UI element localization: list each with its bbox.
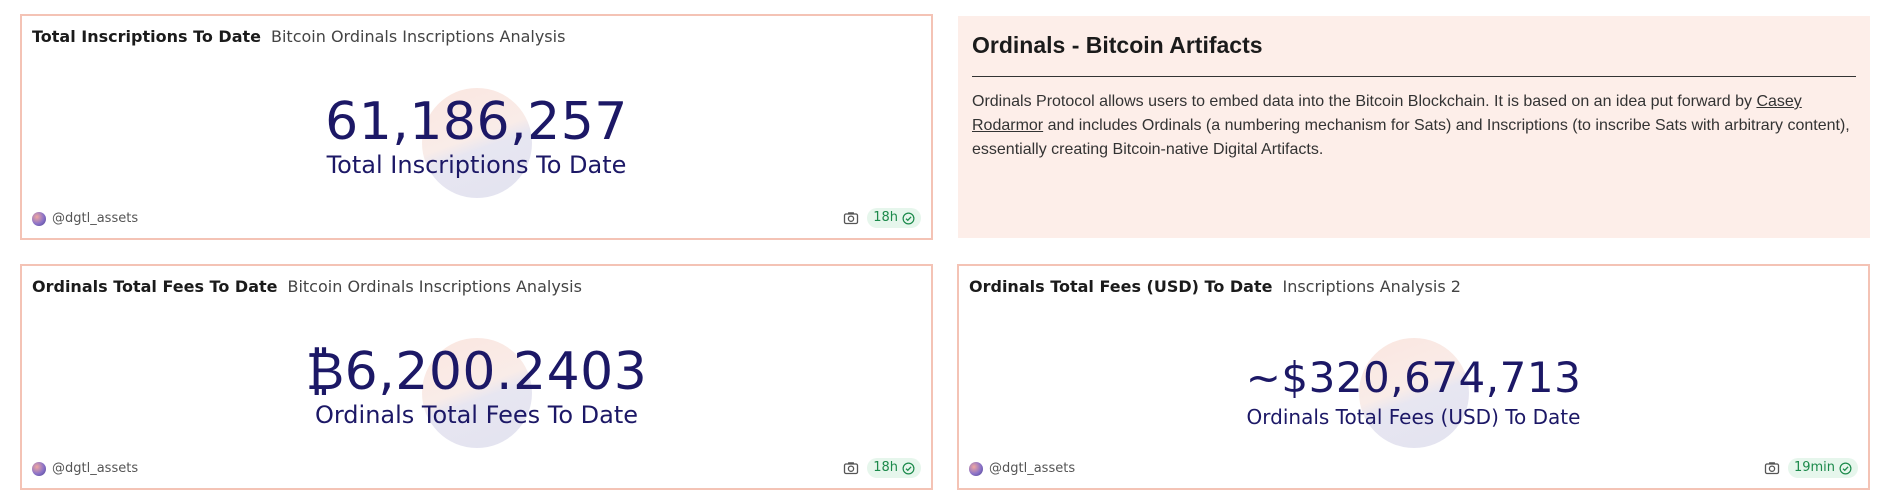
card-header: Total Inscriptions To Date Bitcoin Ordina… [32, 26, 565, 48]
body-text-end: and includes Ordinals (a numbering mecha… [972, 117, 1850, 158]
heading-divider [972, 76, 1856, 77]
card-header: Ordinals Total Fees (USD) To Date Inscrip… [969, 276, 1461, 298]
avatar [969, 461, 983, 476]
counter-display: 61,186,257 Total Inscriptions To Date [22, 88, 931, 210]
counter-card-total-fees-btc: Ordinals Total Fees To Date Bitcoin Ordin… [20, 264, 933, 490]
freshness-badge[interactable]: 18h [867, 208, 921, 228]
card-header: Ordinals Total Fees To Date Bitcoin Ordin… [32, 276, 582, 298]
counter-value: 61,186,257 [325, 92, 628, 152]
card-title[interactable]: Ordinals Total Fees To Date [32, 277, 277, 296]
card-subtitle[interactable]: Bitcoin Ordinals Inscriptions Analysis [287, 277, 581, 296]
camera-icon[interactable] [843, 210, 859, 226]
counter-value: ₿6,200.2403 [305, 342, 648, 402]
card-footer-status: 18h [843, 458, 921, 478]
card-subtitle[interactable]: Inscriptions Analysis 2 [1282, 277, 1460, 296]
text-card-heading: Ordinals - Bitcoin Artifacts [972, 32, 1263, 58]
card-title[interactable]: Ordinals Total Fees (USD) To Date [969, 277, 1272, 296]
camera-icon[interactable] [1764, 460, 1780, 476]
text-card-body: Ordinals Protocol allows users to embed … [972, 90, 1856, 162]
card-footer-status: 18h [843, 208, 921, 228]
camera-icon[interactable] [843, 460, 859, 476]
author-name[interactable]: @dgtl_assets [989, 461, 1075, 476]
check-circle-icon [902, 212, 915, 224]
counter-value: ~$320,674,713 [1245, 353, 1582, 402]
counter-card-total-fees-usd: Ordinals Total Fees (USD) To Date Inscrip… [957, 264, 1870, 490]
author-name[interactable]: @dgtl_assets [52, 461, 138, 476]
freshness-text: 18h [873, 460, 898, 475]
check-circle-icon [1839, 462, 1852, 474]
freshness-badge[interactable]: 19min [1787, 458, 1858, 478]
card-subtitle[interactable]: Bitcoin Ordinals Inscriptions Analysis [271, 27, 565, 46]
counter-card-total-inscriptions: Total Inscriptions To Date Bitcoin Ordina… [20, 14, 933, 240]
author-name[interactable]: @dgtl_assets [52, 211, 138, 226]
body-text-start: Ordinals Protocol allows users to embed … [972, 93, 1757, 110]
text-card-ordinals-intro: Ordinals - Bitcoin Artifacts Ordinals Pr… [958, 16, 1870, 238]
counter-label: Ordinals Total Fees To Date [314, 401, 639, 429]
avatar [32, 461, 46, 476]
counter-display: ~$320,674,713 Ordinals Total Fees (USD) … [959, 338, 1868, 460]
card-title[interactable]: Total Inscriptions To Date [32, 27, 261, 46]
card-footer-status: 19min [1764, 458, 1858, 478]
author-link[interactable]: @dgtl_assets [32, 211, 138, 226]
check-circle-icon [902, 462, 915, 474]
counter-label: Ordinals Total Fees (USD) To Date [1246, 405, 1581, 429]
freshness-text: 19min [1793, 460, 1835, 475]
avatar [32, 211, 46, 226]
freshness-badge[interactable]: 18h [867, 458, 921, 478]
author-link[interactable]: @dgtl_assets [969, 461, 1075, 476]
counter-label: Total Inscriptions To Date [326, 151, 627, 179]
author-link[interactable]: @dgtl_assets [32, 461, 138, 476]
counter-display: ₿6,200.2403 Ordinals Total Fees To Date [22, 338, 931, 460]
freshness-text: 18h [873, 210, 898, 225]
